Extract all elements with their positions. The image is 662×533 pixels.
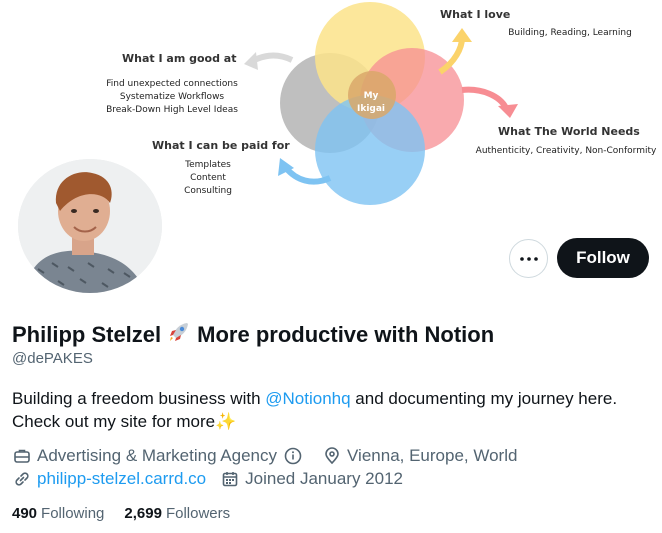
love-arrow [438, 37, 465, 75]
profile-website[interactable]: philipp-stelzel.carrd.co [12, 469, 206, 489]
profile-bio: Building a freedom business with @Notion… [12, 389, 618, 431]
ikigai-label: My Ikigai [356, 91, 386, 114]
good-at-heading: What I am good at [122, 52, 237, 65]
display-name: Philipp Stelzel More productive with Not… [12, 320, 494, 350]
follow-stats: 490 Following 2,699 Followers [12, 505, 250, 522]
avatar-photo [18, 159, 162, 293]
info-icon[interactable] [283, 447, 302, 466]
rocket-icon [167, 320, 191, 350]
notion-mention-link[interactable]: @Notionhq [265, 389, 350, 408]
profile-joined: Joined January 2012 [220, 469, 403, 489]
profile-meta-row-1: Advertising & Marketing Agency Vienna, E… [12, 446, 531, 466]
link-icon [12, 470, 31, 489]
world-needs-arrow [461, 86, 509, 110]
briefcase-icon [12, 447, 31, 466]
following-link[interactable]: 490 Following [12, 505, 104, 522]
world-needs-text: Authenticity, Creativity, Non-Conformity [475, 146, 657, 156]
love-heading: What I love [440, 8, 511, 21]
calendar-icon [220, 470, 239, 489]
website-link[interactable]: philipp-stelzel.carrd.co [37, 469, 206, 489]
paid-for-text: Templates Content Consulting [184, 160, 232, 196]
profile-meta-row-2: philipp-stelzel.carrd.co Joined January … [12, 469, 417, 489]
follow-button[interactable]: Follow [557, 238, 649, 278]
profile-category: Advertising & Marketing Agency [12, 446, 308, 466]
followers-link[interactable]: 2,699 Followers [124, 505, 230, 522]
paid-for-heading: What I can be paid for [152, 139, 290, 152]
location-pin-icon [322, 447, 341, 466]
sparkles-icon: ✨ [215, 412, 237, 431]
love-text: Building, Reading, Learning [508, 28, 632, 38]
good-at-text: Find unexpected connections Systematize … [106, 79, 238, 115]
more-dots-icon [519, 256, 538, 261]
more-options-button[interactable] [509, 239, 548, 278]
world-needs-heading: What The World Needs [498, 125, 640, 138]
user-handle: @dePAKES [12, 350, 93, 367]
profile-location: Vienna, Europe, World [322, 446, 517, 466]
avatar[interactable] [14, 155, 166, 297]
